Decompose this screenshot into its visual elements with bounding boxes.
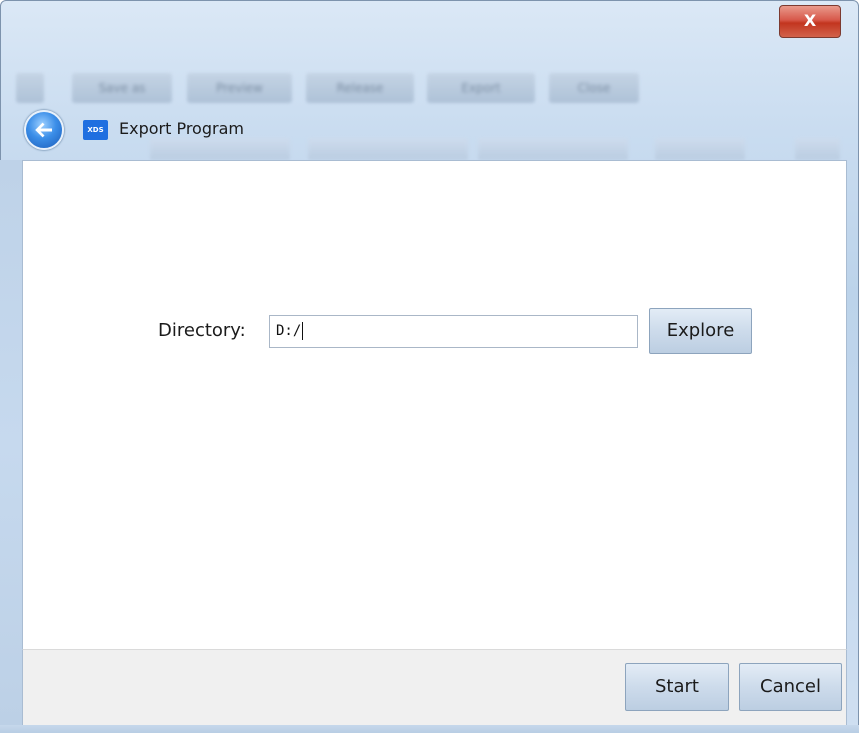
background-toolbar-button: Export [427,73,535,103]
explore-button[interactable]: Explore [649,308,752,354]
background-toolbar-button: Save as [72,73,172,103]
background-button-label: Close [577,81,611,95]
app-logo: XDS [83,120,108,140]
background-toolbar-fragment [308,138,468,160]
dialog-title: Export Program [119,119,244,138]
window-bottom-border [0,725,859,733]
directory-input[interactable]: D:/ [269,315,638,348]
cancel-button[interactable]: Cancel [739,663,842,711]
background-button-label: Save as [98,81,146,95]
close-button[interactable]: X [779,5,841,38]
background-toolbar-button: Release [306,73,414,103]
app-logo-text: XDS [87,126,104,134]
background-toolbar-fragment [16,73,44,103]
background-button-label: Release [336,81,384,95]
background-toolbar-button: Preview [187,73,292,103]
background-toolbar-fragment [655,138,745,160]
content-panel [22,160,847,649]
window-side-border [0,160,22,730]
directory-input-value: D:/ [276,323,302,339]
close-icon: X [803,11,817,30]
arrow-left-icon [35,122,52,138]
text-caret [302,322,304,340]
background-toolbar-fragment [795,138,840,160]
background-toolbar-fragment [478,138,628,160]
directory-label: Directory: [158,320,246,341]
start-button[interactable]: Start [625,663,729,711]
background-toolbar-button: Close [549,73,639,103]
background-button-label: Preview [216,81,263,95]
back-button[interactable] [24,110,64,150]
background-toolbar-fragment [150,138,290,160]
background-button-label: Export [461,81,501,95]
